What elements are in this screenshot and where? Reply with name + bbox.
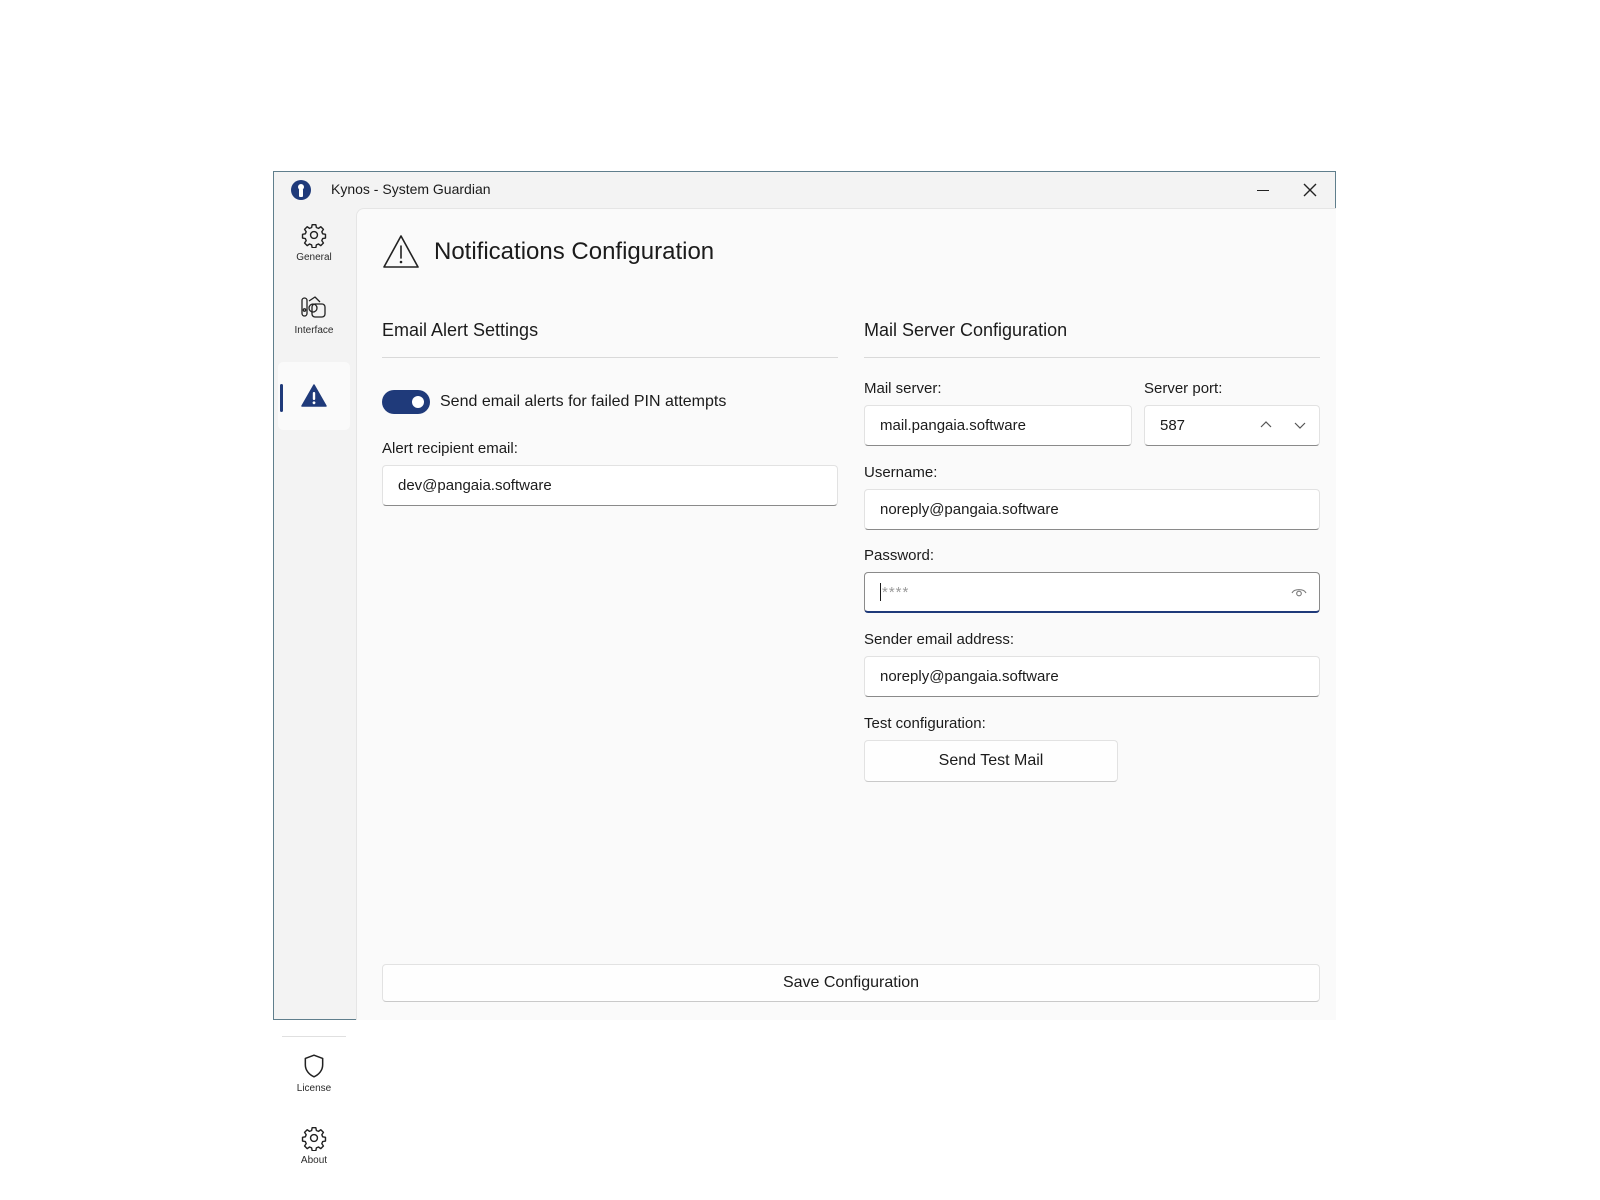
page-title: Notifications Configuration (434, 238, 715, 265)
sidebar-item-license[interactable]: License (278, 1039, 350, 1107)
send-test-mail-button[interactable]: Send Test Mail (864, 740, 1118, 782)
password-input[interactable]: **** (864, 572, 1320, 613)
password-label: Password: (864, 547, 935, 564)
sidebar-item-general[interactable]: General (278, 208, 350, 276)
mail-server-input[interactable]: mail.pangaia.software (864, 405, 1132, 446)
chevron-up-icon (1260, 421, 1272, 428)
test-configuration-label: Test configuration: (864, 715, 986, 732)
page-header: Notifications Configuration (382, 234, 714, 270)
username-value: noreply@pangaia.software (880, 501, 1059, 518)
sidebar-item-label: License (296, 1082, 332, 1094)
server-port-label: Server port: (1144, 380, 1223, 397)
reveal-password-button[interactable] (1291, 585, 1307, 603)
gear-icon (301, 223, 327, 248)
gear-icon (301, 1126, 327, 1151)
toggle-knob (412, 396, 424, 408)
server-port-value: 587 (1160, 417, 1186, 434)
sidebar-item-notifications[interactable] (278, 362, 350, 430)
sender-email-input[interactable]: noreply@pangaia.software (864, 656, 1320, 697)
active-indicator (280, 384, 283, 412)
server-port-stepper[interactable]: 587 (1144, 405, 1320, 446)
recipient-email-input[interactable]: dev@pangaia.software (382, 465, 838, 506)
sender-email-label: Sender email address: (864, 631, 1015, 648)
failed-pin-alert-toggle[interactable] (382, 390, 430, 414)
mail-server-label: Mail server: (864, 380, 942, 397)
minimize-icon (1257, 189, 1269, 191)
main-content: Notifications Configuration Email Alert … (356, 208, 1336, 1020)
warning-outline-icon (383, 235, 419, 268)
save-configuration-button[interactable]: Save Configuration (382, 964, 1320, 1002)
mail-server-value: mail.pangaia.software (880, 417, 1026, 434)
port-increment-button[interactable] (1259, 418, 1273, 436)
window-title: Kynos - System Guardian (331, 181, 491, 197)
close-button[interactable] (1287, 172, 1333, 208)
recipient-email-value: dev@pangaia.software (398, 477, 552, 494)
email-alert-section-title: Email Alert Settings (382, 320, 539, 340)
username-input[interactable]: noreply@pangaia.software (864, 489, 1320, 530)
minimize-button[interactable] (1240, 172, 1286, 208)
mail-server-section-title: Mail Server Configuration (864, 320, 1068, 340)
interface-icon (301, 295, 326, 318)
sidebar-item-label: General (296, 251, 332, 263)
failed-pin-alert-label: Send email alerts for failed PIN attempt… (440, 393, 727, 410)
sidebar-item-about[interactable]: About (278, 1111, 350, 1179)
warning-icon (301, 384, 327, 407)
username-label: Username: (864, 464, 938, 481)
sender-email-value: noreply@pangaia.software (880, 668, 1059, 685)
chevron-down-icon (1294, 422, 1306, 429)
eye-icon (1291, 589, 1307, 597)
sidebar-item-interface[interactable]: Interface (278, 281, 350, 349)
email-alert-divider (382, 357, 838, 358)
recipient-email-label: Alert recipient email: (382, 440, 518, 457)
mail-server-divider (864, 357, 1320, 358)
shield-icon (304, 1053, 324, 1078)
title-bar: Kynos - System Guardian (274, 172, 1335, 208)
password-value: **** (882, 583, 910, 601)
sidebar: General Interface License About (274, 208, 356, 1166)
port-decrement-button[interactable] (1293, 418, 1307, 436)
text-caret (880, 583, 881, 601)
sidebar-divider (282, 1036, 346, 1037)
app-logo-icon (291, 180, 311, 200)
sidebar-item-label: About (300, 1154, 328, 1166)
sidebar-item-label: Interface (294, 324, 334, 336)
close-icon (1303, 183, 1317, 197)
app-window: Kynos - System Guardian General Interfac… (273, 171, 1336, 1166)
